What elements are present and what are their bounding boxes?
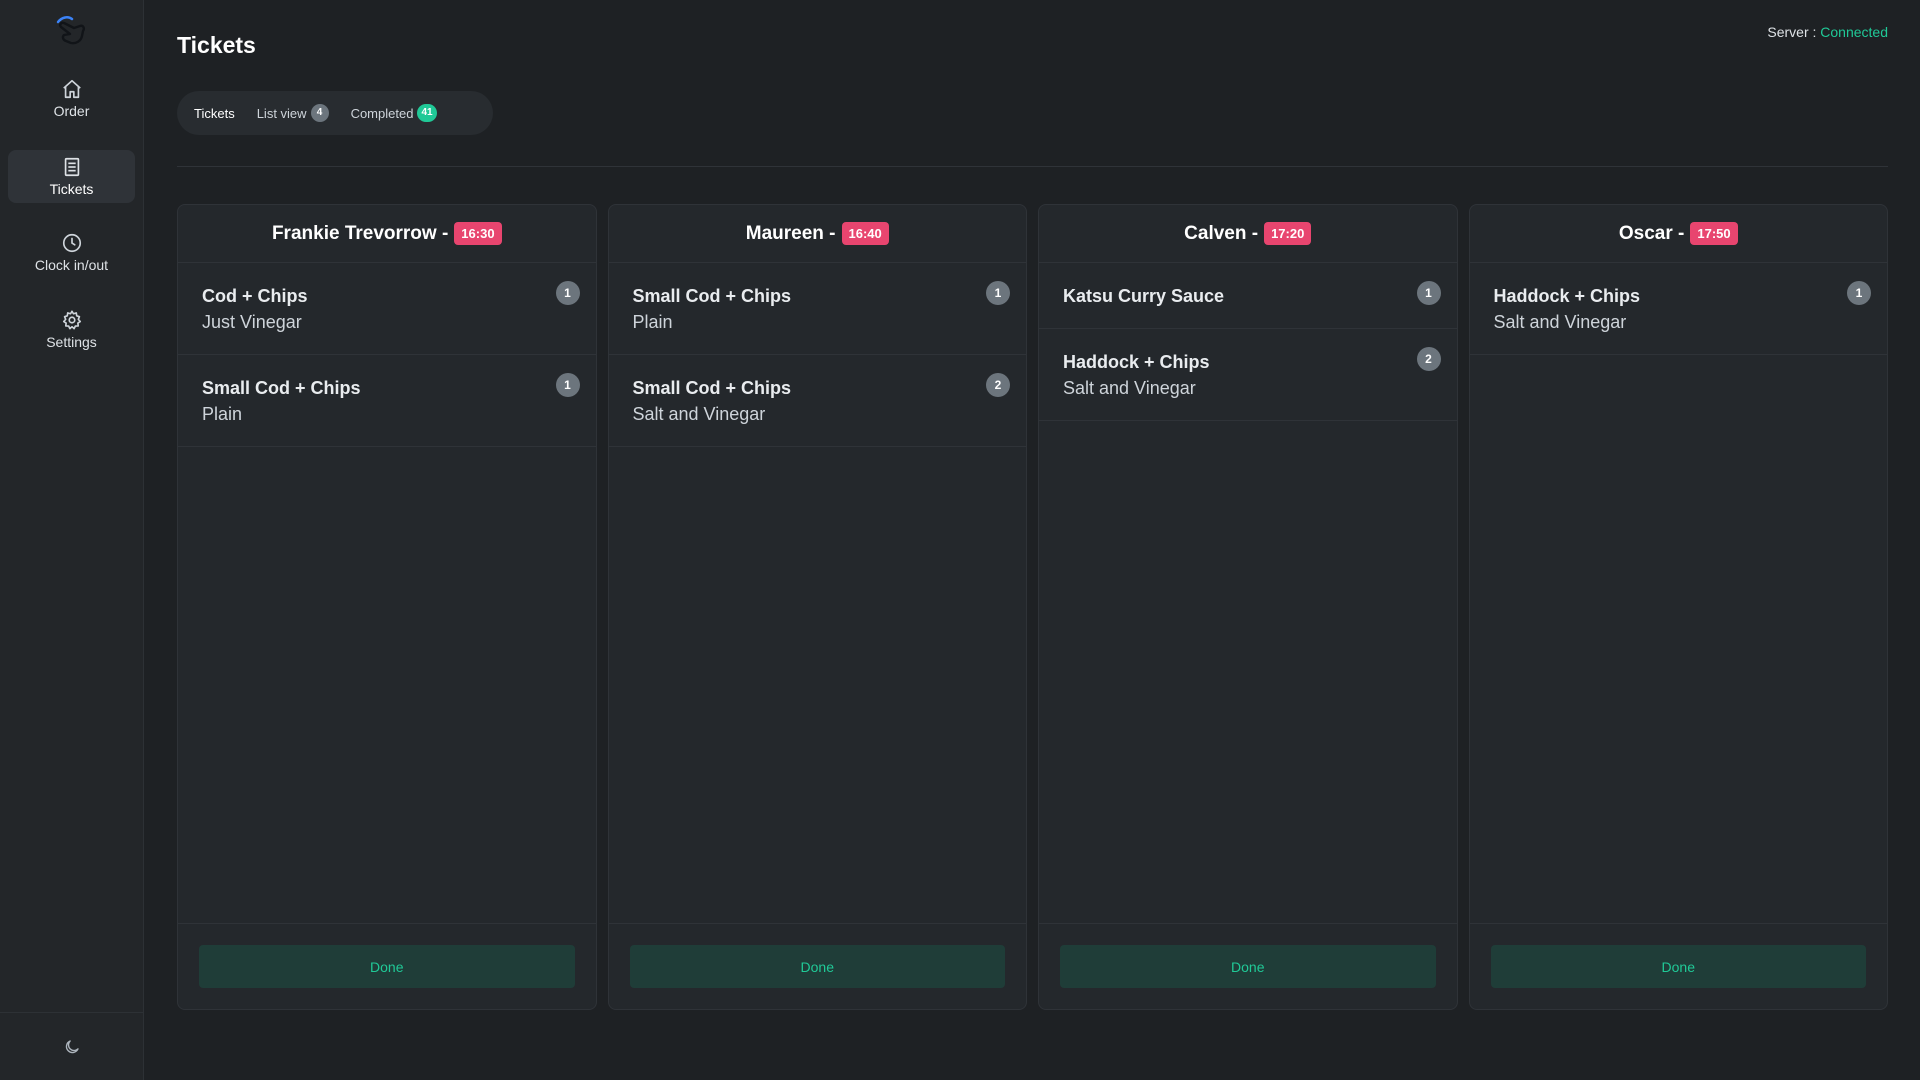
header-separator: - — [1678, 222, 1685, 244]
ticket-card: Oscar - 17:50 Haddock + Chips Salt and V… — [1468, 204, 1888, 1010]
sidebar-item-settings[interactable]: Settings — [8, 303, 135, 356]
clock-icon — [62, 233, 81, 253]
ticket-footer: Done — [1469, 923, 1887, 1009]
item-note: Salt and Vinegar — [1493, 312, 1627, 332]
sidebar-item-label: Clock in/out — [34, 257, 109, 273]
header-separator: - — [1251, 222, 1259, 244]
item-name: Small Cod + Chips — [202, 378, 361, 398]
item-note: Salt and Vinegar — [1063, 378, 1196, 398]
tab-tickets[interactable]: Tickets — [183, 97, 246, 129]
item-note: Salt and Vinegar — [632, 404, 766, 424]
order-item: Small Cod + Chips Salt and Vinegar 2 — [608, 355, 1026, 447]
sidebar-item-label: Settings — [46, 334, 97, 350]
ticket-header: Frankie Trevorrow - 16:30 — [178, 205, 596, 263]
item-note: Plain — [202, 404, 243, 424]
order-item: Haddock + Chips Salt and Vinegar 2 — [1039, 329, 1457, 421]
order-item: Small Cod + Chips Plain 1 — [178, 355, 596, 447]
ticket-footer: Done — [1039, 923, 1457, 1009]
done-button[interactable]: Done — [199, 945, 575, 988]
tab-label: Completed — [350, 105, 414, 121]
done-button[interactable]: Done — [1060, 945, 1436, 988]
quantity-badge: 2 — [986, 373, 1010, 397]
done-button[interactable]: Done — [629, 945, 1005, 988]
quantity-badge: 1 — [1847, 281, 1871, 305]
item-name: Haddock + Chips — [1063, 352, 1210, 372]
header-separator: - — [441, 222, 449, 244]
quantity-badge: 2 — [1416, 347, 1441, 371]
quantity-badge: 1 — [555, 373, 580, 397]
moon-icon[interactable] — [63, 1038, 81, 1056]
sidebar-item-tickets[interactable]: Tickets — [8, 150, 135, 203]
customer-name: Calven — [1184, 222, 1247, 244]
sidebar-item-label: Tickets — [49, 181, 94, 197]
time-badge: 17:50 — [1690, 222, 1738, 245]
quantity-badge: 1 — [1416, 281, 1441, 305]
time-badge: 17:20 — [1264, 222, 1312, 245]
order-item: Haddock + Chips Salt and Vinegar 1 — [1469, 263, 1887, 355]
time-badge: 16:40 — [841, 222, 889, 245]
item-name: Small Cod + Chips — [632, 378, 792, 398]
divider — [177, 166, 1888, 167]
item-name: Haddock + Chips — [1493, 286, 1641, 306]
ticket-footer: Done — [178, 923, 596, 1009]
customer-name: Oscar — [1618, 222, 1673, 244]
quantity-badge: 1 — [555, 281, 580, 305]
server-status-value: Connected — [1820, 24, 1888, 40]
sidebar: Order Tickets Clock in/out Settings — [0, 0, 144, 1080]
tab-list-view[interactable]: List view 4 — [246, 97, 340, 129]
receipt-icon — [64, 157, 79, 177]
customer-name: Maureen — [745, 222, 824, 244]
item-name: Small Cod + Chips — [632, 286, 792, 306]
item-name: Cod + Chips — [202, 286, 308, 306]
page-title: Tickets — [177, 32, 256, 58]
customer-name: Frankie Trevorrow — [271, 222, 437, 244]
item-name: Katsu Curry Sauce — [1063, 286, 1225, 306]
order-item: Cod + Chips Just Vinegar 1 — [178, 263, 596, 355]
hand-pointer-logo[interactable] — [52, 14, 90, 48]
sidebar-item-clock[interactable]: Clock in/out — [8, 226, 135, 279]
ticket-card: Frankie Trevorrow - 16:30 Cod + Chips Ju… — [177, 204, 597, 1010]
sidebar-footer — [0, 1012, 144, 1080]
ticket-header: Calven - 17:20 — [1039, 205, 1457, 263]
header-separator: - — [829, 222, 836, 244]
ticket-header: Oscar - 17:50 — [1469, 205, 1887, 263]
count-badge: 41 — [417, 104, 437, 122]
ticket-header: Maureen - 16:40 — [608, 205, 1026, 263]
gear-icon — [62, 310, 81, 330]
item-note: Plain — [632, 312, 673, 332]
ticket-card: Maureen - 16:40 Small Cod + Chips Plain … — [607, 204, 1027, 1010]
home-icon — [62, 79, 81, 99]
ticket-footer: Done — [608, 923, 1026, 1009]
item-note: Just Vinegar — [202, 312, 302, 332]
view-tabs: Tickets List view 4 Completed 41 — [177, 91, 493, 135]
server-status-label: Server : — [1767, 24, 1817, 40]
server-status: Server : Connected — [1767, 24, 1888, 40]
count-badge: 4 — [310, 104, 329, 122]
tickets-board: Frankie Trevorrow - 16:30 Cod + Chips Ju… — [177, 204, 1888, 1010]
tab-label: List view — [256, 105, 307, 121]
done-button[interactable]: Done — [1490, 945, 1866, 988]
order-item: Small Cod + Chips Plain 1 — [608, 263, 1026, 355]
sidebar-item-order[interactable]: Order — [8, 72, 135, 125]
tab-label: Tickets — [194, 105, 235, 121]
order-item: Katsu Curry Sauce 1 — [1039, 263, 1457, 329]
time-badge: 16:30 — [454, 222, 502, 245]
quantity-badge: 1 — [986, 281, 1010, 305]
sidebar-item-label: Order — [53, 103, 90, 119]
tab-completed[interactable]: Completed 41 — [340, 97, 448, 129]
ticket-card: Calven - 17:20 Katsu Curry Sauce 1 Haddo… — [1038, 204, 1458, 1010]
